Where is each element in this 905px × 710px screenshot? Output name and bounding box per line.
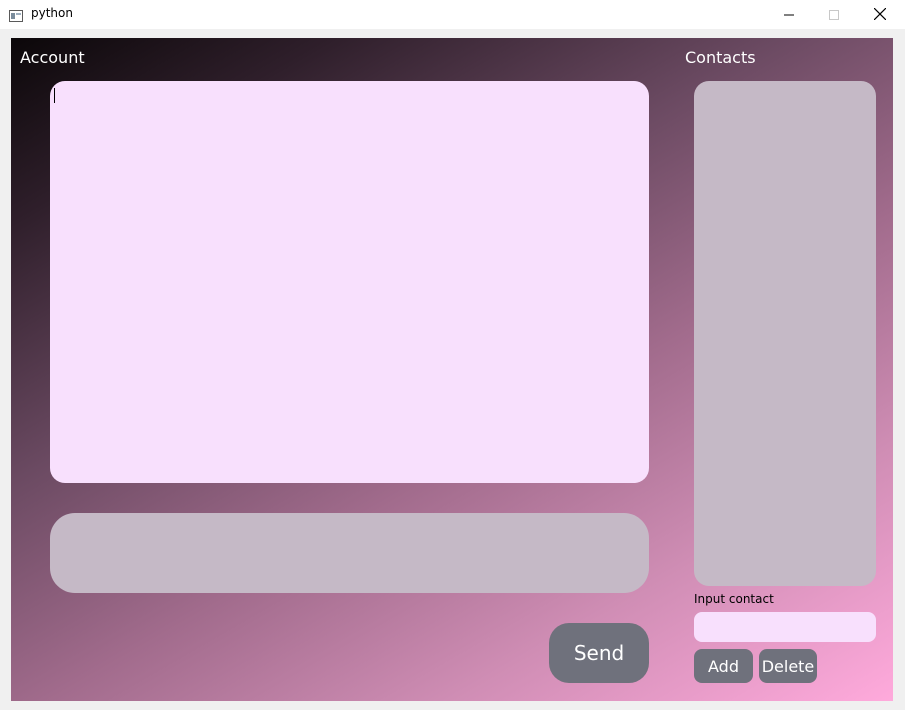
message-input[interactable] [50,513,649,593]
minimize-button[interactable] [766,0,812,29]
window-title: python [31,6,73,20]
input-contact-label: Input contact [694,592,774,606]
text-caret [54,88,55,103]
send-button[interactable]: Send [549,623,649,683]
add-contact-button[interactable]: Add [694,649,753,683]
maximize-button[interactable] [811,0,857,29]
close-button[interactable] [857,0,903,29]
contacts-list[interactable] [694,81,876,586]
minimize-icon [784,5,794,24]
chat-display-textarea[interactable] [50,81,649,483]
close-icon [873,5,887,24]
title-bar[interactable]: python [0,0,905,29]
contacts-label: Contacts [685,48,756,67]
delete-contact-button[interactable]: Delete [759,649,817,683]
main-client-area: Account Contacts Send Input contact Add … [11,38,893,701]
app-window: python Account Contacts Send Input conta… [0,0,905,710]
maximize-icon [829,5,839,24]
contact-input-field[interactable] [694,612,876,642]
account-label: Account [20,48,85,67]
window-app-icon [9,7,23,22]
